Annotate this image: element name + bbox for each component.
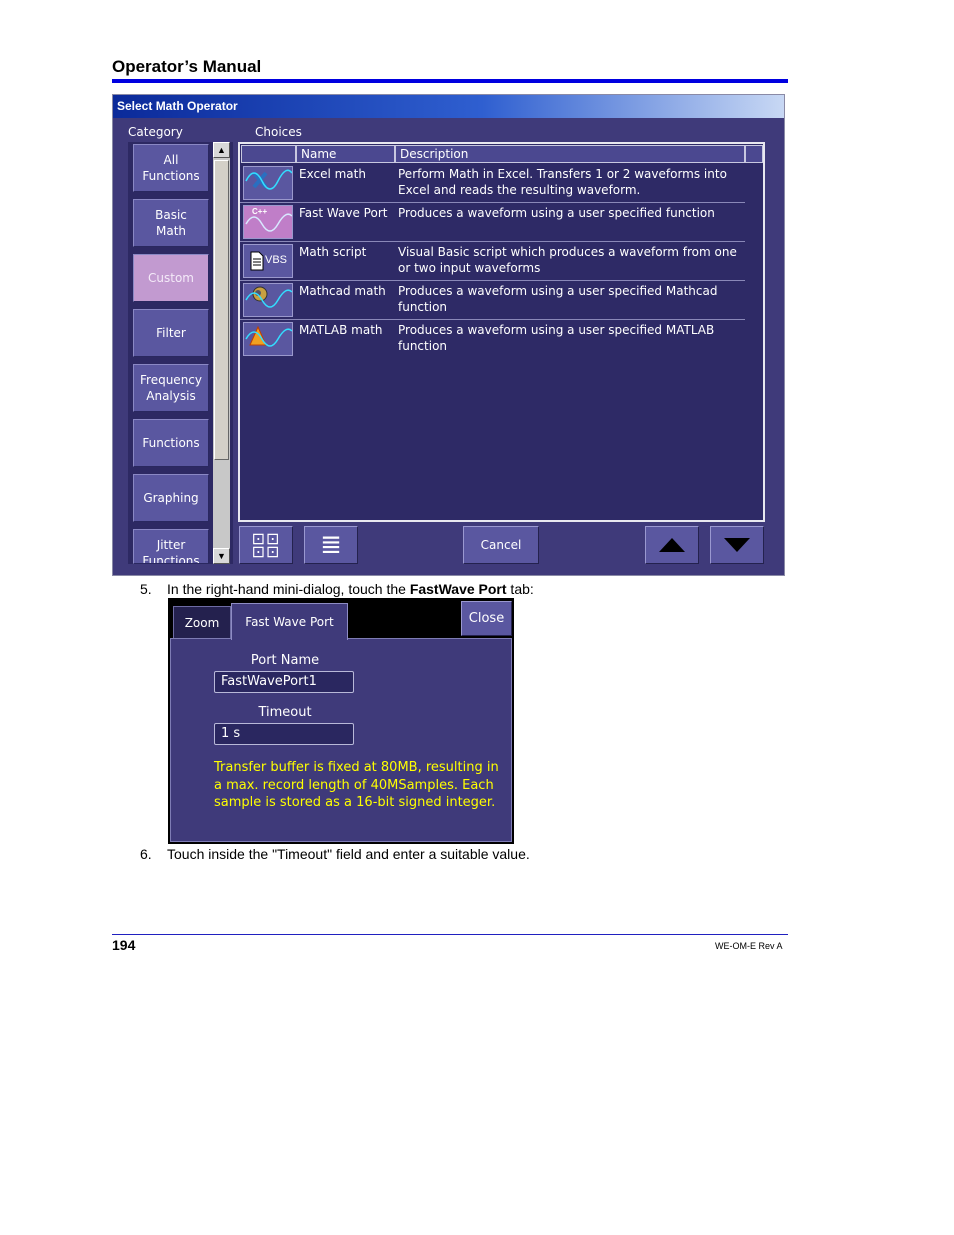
category-frequency-analysis[interactable]: Frequency Analysis xyxy=(133,364,209,412)
select-math-operator-dialog: Select Math Operator Category Choices Al… xyxy=(112,94,785,576)
down-arrow-icon xyxy=(724,538,750,552)
table-row[interactable]: Mathcad math Produces a waveform using a… xyxy=(240,281,745,320)
step-text-after: tab: xyxy=(506,581,534,597)
step-text: In the right-hand mini-dialog, touch the… xyxy=(167,581,534,597)
close-button[interactable]: Close xyxy=(461,601,512,636)
up-arrow-icon xyxy=(659,538,685,552)
choice-description: Perform Math in Excel. Transfers 1 or 2 … xyxy=(398,167,727,197)
port-name-label: Port Name xyxy=(250,653,320,668)
category-label: Category xyxy=(128,125,183,139)
choices-label: Choices xyxy=(255,125,302,139)
list-view-icon: ≣ xyxy=(320,530,342,560)
header-rule xyxy=(112,79,788,83)
tab-zoom[interactable]: Zoom xyxy=(173,606,231,638)
scroll-up-arrow-icon[interactable]: ▲ xyxy=(213,142,230,158)
category-filter[interactable]: Filter xyxy=(133,309,209,357)
category-label-line1: Functions xyxy=(142,436,200,450)
category-custom[interactable]: Custom xyxy=(133,254,209,302)
table-row[interactable]: Excel math Perform Math in Excel. Transf… xyxy=(240,164,745,203)
choice-description: Visual Basic script which produces a wav… xyxy=(398,245,737,275)
step-number: 5. xyxy=(140,581,152,597)
category-functions[interactable]: Functions xyxy=(133,419,209,467)
category-label-line1: Graphing xyxy=(143,491,199,505)
cpp-wave-icon: C++ xyxy=(243,205,293,239)
port-name-field[interactable]: FastWavePort1 xyxy=(214,671,354,693)
timeout-label: Timeout xyxy=(258,705,312,720)
timeout-field[interactable]: 1 s xyxy=(214,723,354,745)
table-row[interactable]: VBS Math script Visual Basic script whic… xyxy=(240,242,745,281)
matlab-wave-icon xyxy=(243,322,293,356)
table-row[interactable]: MATLAB math Produces a waveform using a … xyxy=(240,320,745,359)
manual-title: Operator’s Manual xyxy=(112,57,262,76)
description-column-header: Description xyxy=(395,145,745,163)
category-label-line1: All xyxy=(163,153,179,167)
category-jitter-functions[interactable]: Jitter Functions xyxy=(133,529,209,564)
header-corner xyxy=(745,145,763,163)
dialog-title: Select Math Operator xyxy=(113,95,784,118)
choices-table: Name Description Excel math Perform Math… xyxy=(238,142,765,522)
step-text: Touch inside the "Timeout" field and ent… xyxy=(167,846,530,862)
choice-name: Mathcad math xyxy=(299,284,386,298)
fast-wave-port-mini-dialog: Zoom Fast Wave Port Close Port Name Fast… xyxy=(168,598,514,844)
choice-description: Produces a waveform using a user specifi… xyxy=(398,323,715,353)
mathcad-wave-icon xyxy=(243,283,293,317)
name-column-header: Name xyxy=(296,145,395,163)
category-label-line2: Functions xyxy=(142,169,200,183)
category-label-line1: Custom xyxy=(148,271,194,285)
choice-description: Produces a waveform using a user specifi… xyxy=(398,206,715,220)
grid-view-icon: ⊡⊡ ⊡⊡ xyxy=(251,531,281,561)
category-label-line2: Functions xyxy=(142,554,200,564)
cancel-button[interactable]: Cancel xyxy=(463,526,539,564)
step-5: 5. In the right-hand mini-dialog, touch … xyxy=(140,581,740,599)
step-number: 6. xyxy=(140,846,152,862)
scroll-down-arrow-icon[interactable]: ▼ xyxy=(213,548,230,564)
category-label-line1: Jitter xyxy=(156,538,186,552)
choice-name: Math script xyxy=(299,245,367,259)
footer-rule xyxy=(112,934,788,935)
scroll-up-button[interactable] xyxy=(645,526,699,564)
tab-fast-wave-port[interactable]: Fast Wave Port xyxy=(231,603,348,640)
category-label-line2: Analysis xyxy=(146,389,196,403)
step-text-bold: FastWave Port xyxy=(409,581,507,597)
choice-name: MATLAB math xyxy=(299,323,383,337)
category-label-line1: Frequency xyxy=(140,373,202,387)
choice-name: Excel math xyxy=(299,167,366,181)
excel-wave-icon xyxy=(243,166,293,200)
vbs-label: VBS xyxy=(265,254,288,266)
category-label-line2: Math xyxy=(155,224,187,238)
fast-wave-port-panel: Port Name FastWavePort1 Timeout 1 s Tran… xyxy=(170,638,512,842)
list-view-button[interactable]: ≣ xyxy=(304,526,358,564)
choice-description: Produces a waveform using a user specifi… xyxy=(398,284,718,314)
cpp-label: C++ xyxy=(252,207,268,216)
icon-view-button[interactable]: ⊡⊡ ⊡⊡ xyxy=(239,526,293,564)
icon-column-header xyxy=(241,145,296,163)
page-number: 194 xyxy=(112,937,136,953)
table-row[interactable]: C++ Fast Wave Port Produces a waveform u… xyxy=(240,203,745,242)
step-6: 6. Touch inside the "Timeout" field and … xyxy=(140,846,740,864)
vbs-script-icon: VBS xyxy=(243,244,293,278)
transfer-buffer-note: Transfer buffer is fixed at 80MB, result… xyxy=(214,760,499,810)
scrollbar-thumb[interactable] xyxy=(214,160,229,460)
category-all-functions[interactable]: All Functions xyxy=(133,144,209,192)
category-basic-math[interactable]: Basic Math xyxy=(133,199,209,247)
step-text-before: In the right-hand mini-dialog, touch the xyxy=(167,581,410,597)
grid-view-glyph-bottom: ⊡⊡ xyxy=(251,542,281,561)
choice-name: Fast Wave Port xyxy=(299,206,388,220)
category-label-line1: Filter xyxy=(156,326,186,340)
category-scrollbar[interactable]: ▲ ▼ xyxy=(213,142,230,564)
category-graphing[interactable]: Graphing xyxy=(133,474,209,522)
scroll-down-button[interactable] xyxy=(710,526,764,564)
document-revision: WE-OM-E Rev A xyxy=(715,941,783,951)
category-label-line1: Basic xyxy=(155,208,187,222)
